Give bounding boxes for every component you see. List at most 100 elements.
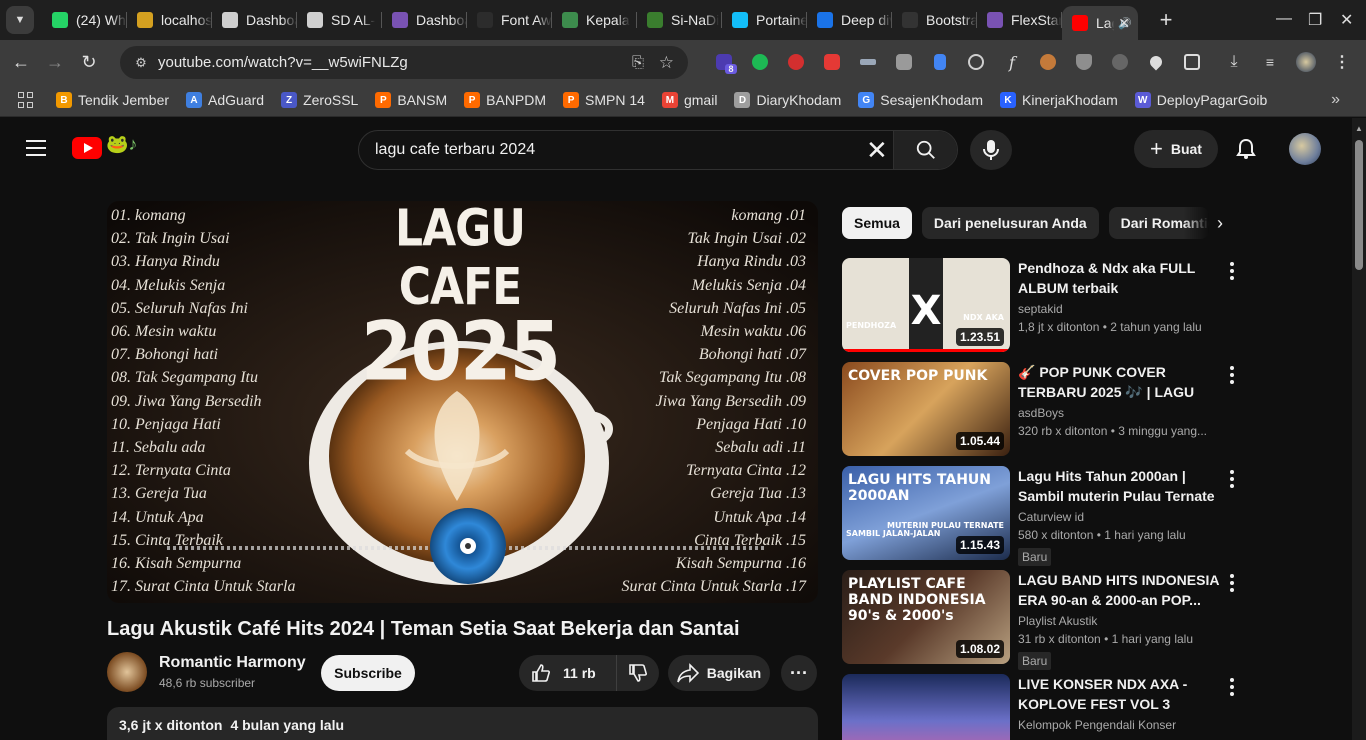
reload-button[interactable]: ↻	[72, 52, 106, 73]
filter-chip[interactable]: Dari Romantic Harmony	[1108, 207, 1209, 239]
create-button[interactable]: + Buat	[1134, 130, 1218, 168]
more-vertical-icon[interactable]	[1224, 572, 1240, 595]
new-tab-button[interactable]: +	[1152, 7, 1180, 33]
browser-tab[interactable]: Dashboard	[382, 0, 467, 40]
extension-icon[interactable]	[778, 40, 814, 84]
channel-name[interactable]: Caturview id	[1018, 510, 1084, 524]
browser-menu-button[interactable]: ⋮	[1324, 40, 1360, 84]
address-bar[interactable]: ⚙ youtube.com/watch?v=__w5wiFNLZg ⎘ ☆	[120, 46, 688, 79]
video-title[interactable]: LIVE KONSER NDX AXA - KOPLOVE FEST VOL 3	[1018, 674, 1222, 714]
recommended-video[interactable]: LIVE KONSER NDX AXA - KOPLOVE FEST VOL 3…	[842, 674, 1242, 740]
apps-grid-icon[interactable]	[18, 92, 34, 108]
video-title[interactable]: LAGU BAND HITS INDONESIA ERA 90-an & 200…	[1018, 570, 1222, 610]
notifications-button[interactable]	[1236, 138, 1256, 165]
video-title[interactable]: Pendhoza & Ndx aka FULL ALBUM terbaik	[1018, 258, 1222, 298]
download-icon[interactable]: ⤓	[1216, 40, 1252, 84]
voice-search-button[interactable]	[970, 130, 1012, 170]
bookmark-item[interactable]: A AdGuard	[186, 92, 264, 108]
browser-tab[interactable]: SD AL-	[297, 0, 382, 40]
bookmark-item[interactable]: Mgmail	[661, 92, 717, 108]
more-vertical-icon[interactable]	[1224, 364, 1240, 387]
browser-tab[interactable]: FlexStart	[977, 0, 1062, 40]
subscribe-button[interactable]: Subscribe	[321, 655, 415, 691]
media-control-icon[interactable]: ≡	[1252, 40, 1288, 84]
chips-next-button[interactable]: ›	[1208, 211, 1232, 235]
recommended-video[interactable]: LAGU HITS TAHUN 2000AN SAMBIL JALAN-JALAN…	[842, 466, 1242, 566]
filter-chip[interactable]: Dari penelusuran Anda	[921, 207, 1099, 239]
cookie-extension-icon[interactable]	[1030, 40, 1066, 84]
bookmark-item[interactable]: W DeployPagarGoib	[1134, 92, 1267, 108]
more-bookmarks-icon[interactable]: »	[1331, 91, 1340, 109]
video-thumbnail[interactable]	[842, 674, 1010, 740]
more-actions-button[interactable]: ···	[781, 655, 817, 691]
extension-icon[interactable]	[850, 40, 886, 84]
bookmark-item[interactable]: P BANSM	[375, 92, 447, 108]
page-scrollbar[interactable]: ▲	[1352, 118, 1366, 740]
shield-extension-icon[interactable]	[1066, 40, 1102, 84]
share-button[interactable]: Bagikan	[668, 655, 770, 691]
description-box[interactable]: 3,6 jt x ditonton 4 bulan yang lalu	[107, 707, 818, 740]
bookmark-item[interactable]: G SesajenKhodam	[858, 92, 983, 108]
profile-avatar[interactable]	[1288, 40, 1324, 84]
puzzle-extensions-icon[interactable]	[1174, 40, 1210, 84]
extension-icon[interactable]	[742, 40, 778, 84]
channel-name[interactable]: Kelompok Pengendali Konser	[1018, 718, 1176, 732]
scroll-up-icon[interactable]: ▲	[1355, 124, 1363, 133]
channel-name[interactable]: Romantic Harmony	[159, 654, 306, 672]
video-thumbnail[interactable]: LAGU HITS TAHUN 2000AN SAMBIL JALAN-JALAN…	[842, 466, 1010, 560]
scrollbar-thumb[interactable]	[1355, 140, 1363, 270]
camera-extension-icon[interactable]	[886, 40, 922, 84]
video-thumbnail[interactable]: COVER POP PUNK 1.05.44	[842, 362, 1010, 456]
video-thumbnail[interactable]: X PENDHOZA NDX AKA 1.23.51	[842, 258, 1010, 352]
browser-tab[interactable]: Dashboard	[212, 0, 297, 40]
video-player[interactable]: LAGU CAFE 2025 01. komang 02. Tak Ingin U…	[107, 201, 818, 603]
channel-name[interactable]: asdBoys	[1018, 406, 1064, 420]
tab-search-button[interactable]: ▼	[6, 6, 34, 34]
bookmark-item[interactable]: D DiaryKhodam	[734, 92, 841, 108]
search-button[interactable]	[893, 131, 957, 169]
maximize-button[interactable]: ❐	[1308, 10, 1322, 30]
bookmark-item[interactable]: B Tendik Jember	[56, 92, 169, 108]
bookmark-item[interactable]: P SMPN 14	[563, 92, 645, 108]
browser-tab[interactable]: Bootstrap	[892, 0, 977, 40]
filter-chip[interactable]: Semua	[842, 207, 912, 239]
back-button[interactable]: ←	[4, 52, 38, 73]
install-app-icon[interactable]: ⎘	[632, 54, 644, 71]
browser-tab[interactable]: localhost	[127, 0, 212, 40]
recommended-video[interactable]: X PENDHOZA NDX AKA 1.23.51 Pendhoza & Ndx ak…	[842, 258, 1242, 352]
dislike-button[interactable]	[617, 663, 659, 683]
doodle-icon[interactable]: 🐸♪	[106, 134, 137, 155]
bookmark-star-icon[interactable]: ☆	[659, 53, 674, 73]
like-button[interactable]: 11 rb	[519, 655, 617, 691]
video-title[interactable]: 🎸 POP PUNK COVER TERBARU 2025 🎶 | LAGU V…	[1018, 362, 1222, 402]
extension-icon[interactable]: 8	[706, 40, 742, 84]
account-avatar[interactable]	[1289, 133, 1321, 165]
more-vertical-icon[interactable]	[1224, 468, 1240, 491]
extension-icon[interactable]	[1102, 40, 1138, 84]
youtube-logo[interactable]	[72, 137, 102, 159]
more-vertical-icon[interactable]	[1224, 676, 1240, 699]
extension-icon[interactable]	[814, 40, 850, 84]
bookmark-item[interactable]: K KinerjaKhodam	[1000, 92, 1118, 108]
recommended-video[interactable]: PLAYLIST CAFE BAND INDONESIA 90's & 2000…	[842, 570, 1242, 670]
location-extension-icon[interactable]	[1138, 40, 1174, 84]
extension-icon[interactable]	[922, 40, 958, 84]
extension-icon[interactable]	[958, 40, 994, 84]
more-vertical-icon[interactable]	[1224, 260, 1240, 283]
browser-tab[interactable]: Lagu🔊✕	[1062, 6, 1138, 40]
browser-tab[interactable]: (24) WhatsApp	[42, 0, 127, 40]
channel-avatar[interactable]	[107, 652, 147, 692]
search-input[interactable]	[375, 141, 855, 159]
recommended-video[interactable]: COVER POP PUNK 1.05.44 🎸 POP PUNK COVER TE…	[842, 362, 1242, 456]
browser-tab[interactable]: Si-NaDi	[637, 0, 722, 40]
url-text[interactable]: youtube.com/watch?v=__w5wiFNLZg	[158, 54, 408, 71]
minimize-button[interactable]: —	[1276, 10, 1292, 28]
browser-tab[interactable]: Deep dive	[807, 0, 892, 40]
video-title[interactable]: Lagu Hits Tahun 2000an | Sambil muterin …	[1018, 466, 1222, 506]
site-info-icon[interactable]: ⚙	[130, 55, 152, 71]
close-window-button[interactable]: ✕	[1340, 10, 1353, 30]
bookmark-item[interactable]: Z ZeroSSL	[281, 92, 358, 108]
channel-name[interactable]: Playlist Akustik	[1018, 614, 1097, 628]
channel-name[interactable]: septakid	[1018, 302, 1063, 316]
browser-tab[interactable]: Kepala	[552, 0, 637, 40]
